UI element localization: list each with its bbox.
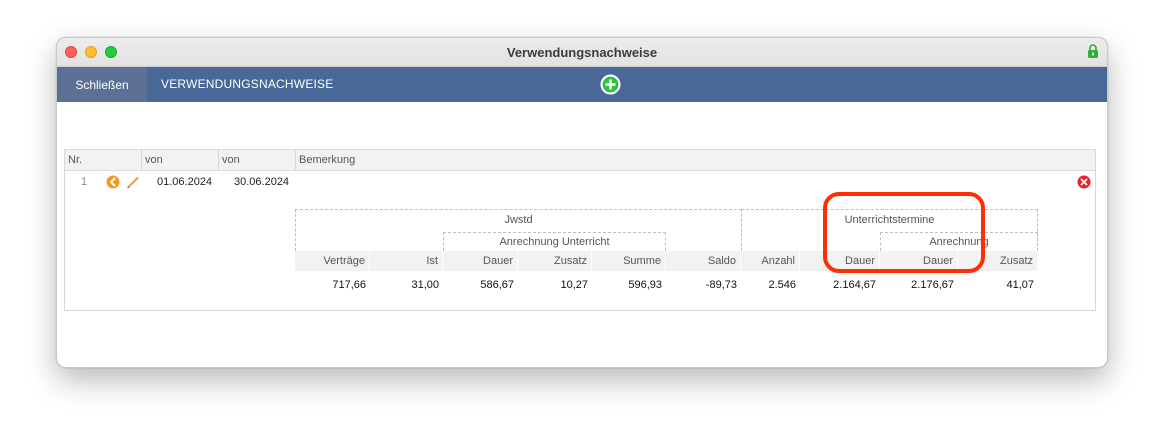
table-header: Nr. von von Bemerkung xyxy=(65,150,1095,171)
group-anrechnung-unterricht: Anrechnung Unterricht xyxy=(443,232,666,251)
col-anzahl: Anzahl xyxy=(741,251,800,271)
val-ist: 31,00 xyxy=(411,279,439,291)
val-vertraege: 717,66 xyxy=(332,279,366,291)
add-icon[interactable] xyxy=(600,74,621,95)
val-dauer: 586,67 xyxy=(480,279,514,291)
delete-icon[interactable] xyxy=(1077,175,1091,189)
window-title: Verwendungsnachweise xyxy=(506,45,658,60)
col-saldo: Saldo xyxy=(666,251,741,271)
col-zusatz: Zusatz xyxy=(518,251,592,271)
val-summe: 596,93 xyxy=(628,279,662,291)
header-nr: Nr. xyxy=(65,150,142,170)
val-ut-dauer: 2.164,67 xyxy=(833,279,876,291)
arrow-left-icon[interactable] xyxy=(106,175,120,189)
lock-icon xyxy=(1088,44,1098,58)
group-anrechnung-unterricht-label: Anrechnung Unterricht xyxy=(499,236,610,248)
val-zusatz: 10,27 xyxy=(560,279,588,291)
val-anzahl: 2.546 xyxy=(768,279,796,291)
header-von-end: von xyxy=(219,150,296,170)
val-anr-dauer: 2.176,67 xyxy=(911,279,954,291)
col-dauer: Dauer xyxy=(443,251,518,271)
col-ist: Ist xyxy=(370,251,443,271)
col-summe: Summe xyxy=(592,251,666,271)
highlight-annotation xyxy=(823,192,985,273)
title-bar: Verwendungsnachweise xyxy=(57,38,1107,67)
edit-pencil-icon[interactable] xyxy=(125,174,140,189)
header-bemerkung: Bemerkung xyxy=(299,154,356,166)
close-button[interactable]: Schließen xyxy=(57,67,147,102)
row-number: 1 xyxy=(81,176,88,188)
section-label: VERWENDUNGSNACHWEISE xyxy=(161,77,334,91)
header-von-start: von xyxy=(142,150,219,170)
row-von-end: 30.06.2024 xyxy=(234,176,290,188)
val-saldo: -89,73 xyxy=(705,279,737,291)
row-von-start: 01.06.2024 xyxy=(157,176,213,188)
group-jwstd-label: Jwstd xyxy=(504,214,533,226)
toolbar: Schließen VERWENDUNGSNACHWEISE xyxy=(57,67,1107,102)
col-vertraege: Verträge xyxy=(295,251,370,271)
val-anr-zusatz: 41,07 xyxy=(1006,279,1034,291)
